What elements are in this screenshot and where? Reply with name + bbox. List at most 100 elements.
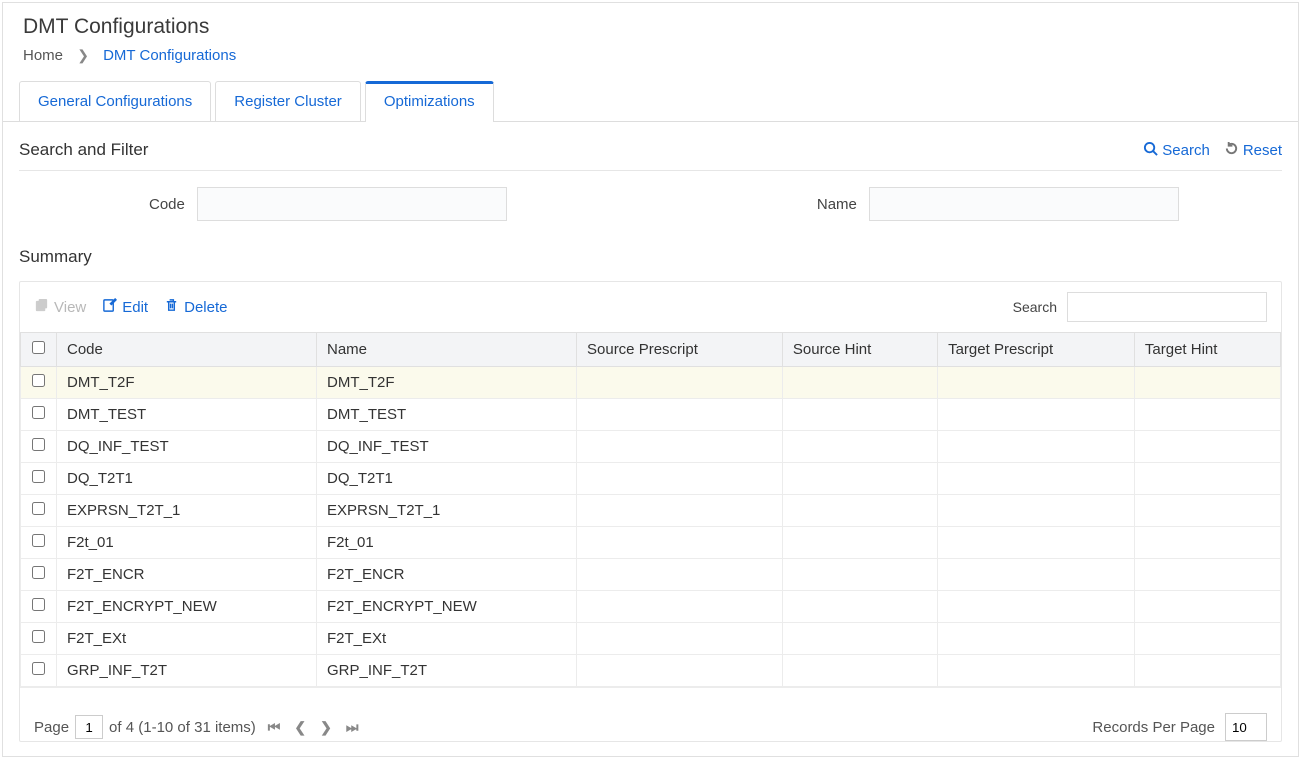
cell-code: F2T_EXt <box>57 623 317 655</box>
last-page-icon[interactable]: ⏭ <box>346 719 359 736</box>
trash-icon <box>164 298 179 317</box>
cell-src-prescript <box>577 655 783 687</box>
row-checkbox[interactable] <box>32 406 45 419</box>
cell-code: EXPRSN_T2T_1 <box>57 495 317 527</box>
cell-tgt-hint <box>1134 399 1280 431</box>
search-button[interactable]: Search <box>1143 141 1210 160</box>
cell-name: F2T_ENCR <box>317 559 577 591</box>
view-button[interactable]: View <box>34 298 86 317</box>
table-row[interactable]: DQ_T2T1DQ_T2T1 <box>21 463 1281 495</box>
row-checkbox-cell <box>21 527 57 559</box>
cell-src-prescript <box>577 399 783 431</box>
tab-general-configurations[interactable]: General Configurations <box>19 81 211 122</box>
col-tgt-hint[interactable]: Target Hint <box>1134 333 1280 367</box>
breadcrumb-home[interactable]: Home <box>23 47 63 64</box>
cell-src-prescript <box>577 495 783 527</box>
row-checkbox-cell <box>21 559 57 591</box>
table-row[interactable]: DQ_INF_TESTDQ_INF_TEST <box>21 431 1281 463</box>
row-checkbox[interactable] <box>32 566 45 579</box>
table-row[interactable]: DMT_TESTDMT_TEST <box>21 399 1281 431</box>
cell-code: DQ_T2T1 <box>57 463 317 495</box>
row-checkbox-cell <box>21 495 57 527</box>
row-checkbox[interactable] <box>32 534 45 547</box>
cell-name: EXPRSN_T2T_1 <box>317 495 577 527</box>
pagination-left: Page of 4 (1-10 of 31 items) ⏮ ❮ ❯ ⏭ <box>34 715 358 739</box>
col-name[interactable]: Name <box>317 333 577 367</box>
edit-icon <box>102 298 117 317</box>
cell-tgt-hint <box>1134 591 1280 623</box>
first-page-icon[interactable]: ⏮ <box>268 719 281 736</box>
row-checkbox[interactable] <box>32 662 45 675</box>
cell-src-hint <box>782 367 937 399</box>
page-container: DMT Configurations Home ❯ DMT Configurat… <box>2 2 1299 757</box>
tab-optimizations[interactable]: Optimizations <box>365 81 494 122</box>
row-checkbox[interactable] <box>32 470 45 483</box>
code-label: Code <box>149 196 185 213</box>
cell-tgt-hint <box>1134 623 1280 655</box>
prev-page-icon[interactable]: ❮ <box>294 719 306 736</box>
table-toolbar: View Edit Delete <box>20 282 1281 332</box>
view-icon <box>34 298 49 317</box>
tab-register-cluster[interactable]: Register Cluster <box>215 81 361 122</box>
table-row[interactable]: F2T_ENCRF2T_ENCR <box>21 559 1281 591</box>
cell-src-hint <box>782 591 937 623</box>
breadcrumb-current[interactable]: DMT Configurations <box>103 47 236 64</box>
row-checkbox[interactable] <box>32 630 45 643</box>
row-checkbox-cell <box>21 399 57 431</box>
data-table: Code Name Source Prescript Source Hint T… <box>20 332 1281 687</box>
delete-button[interactable]: Delete <box>164 298 227 317</box>
table-row[interactable]: DMT_T2FDMT_T2F <box>21 367 1281 399</box>
select-all-checkbox[interactable] <box>32 341 45 354</box>
cell-tgt-prescript <box>938 431 1135 463</box>
table-row[interactable]: F2T_ENCRYPT_NEWF2T_ENCRYPT_NEW <box>21 591 1281 623</box>
table-row[interactable]: F2t_01F2t_01 <box>21 527 1281 559</box>
row-checkbox[interactable] <box>32 502 45 515</box>
cell-code: DMT_TEST <box>57 399 317 431</box>
col-code[interactable]: Code <box>57 333 317 367</box>
row-checkbox[interactable] <box>32 598 45 611</box>
reset-icon <box>1224 141 1239 160</box>
name-input[interactable] <box>869 187 1179 221</box>
row-checkbox[interactable] <box>32 374 45 387</box>
edit-button[interactable]: Edit <box>102 298 148 317</box>
summary-panel: View Edit Delete <box>19 281 1282 742</box>
cell-name: DMT_T2F <box>317 367 577 399</box>
breadcrumb: Home ❯ DMT Configurations <box>3 45 1298 80</box>
toolbar-left: View Edit Delete <box>34 298 227 317</box>
table-row[interactable]: F2T_EXtF2T_EXt <box>21 623 1281 655</box>
next-page-icon[interactable]: ❯ <box>320 719 332 736</box>
page-title: DMT Configurations <box>3 3 1298 45</box>
records-per-page-input[interactable] <box>1225 713 1267 741</box>
reset-button-label: Reset <box>1243 142 1282 159</box>
cell-tgt-hint <box>1134 431 1280 463</box>
cell-code: F2T_ENCRYPT_NEW <box>57 591 317 623</box>
cell-tgt-prescript <box>938 399 1135 431</box>
col-src-prescript[interactable]: Source Prescript <box>577 333 783 367</box>
cell-code: F2T_ENCR <box>57 559 317 591</box>
cell-name: F2T_EXt <box>317 623 577 655</box>
row-checkbox-cell <box>21 367 57 399</box>
cell-tgt-prescript <box>938 495 1135 527</box>
cell-src-prescript <box>577 623 783 655</box>
col-tgt-prescript[interactable]: Target Prescript <box>938 333 1135 367</box>
code-input[interactable] <box>197 187 507 221</box>
cell-src-hint <box>782 559 937 591</box>
table-search-input[interactable] <box>1067 292 1267 322</box>
table-row[interactable]: GRP_INF_T2TGRP_INF_T2T <box>21 655 1281 687</box>
page-input[interactable] <box>75 715 103 739</box>
reset-button[interactable]: Reset <box>1224 141 1282 160</box>
cell-src-hint <box>782 623 937 655</box>
pagination-right: Records Per Page <box>1092 713 1267 741</box>
table-row[interactable]: EXPRSN_T2T_1EXPRSN_T2T_1 <box>21 495 1281 527</box>
row-checkbox[interactable] <box>32 438 45 451</box>
cell-src-prescript <box>577 367 783 399</box>
tab-content: Search and Filter Search Reset Cod <box>3 122 1298 742</box>
table-header-row: Code Name Source Prescript Source Hint T… <box>21 333 1281 367</box>
col-src-hint[interactable]: Source Hint <box>782 333 937 367</box>
cell-code: GRP_INF_T2T <box>57 655 317 687</box>
cell-src-prescript <box>577 559 783 591</box>
tab-bar: General Configurations Register Cluster … <box>3 80 1298 122</box>
cell-tgt-prescript <box>938 655 1135 687</box>
cell-tgt-hint <box>1134 367 1280 399</box>
cell-tgt-prescript <box>938 623 1135 655</box>
